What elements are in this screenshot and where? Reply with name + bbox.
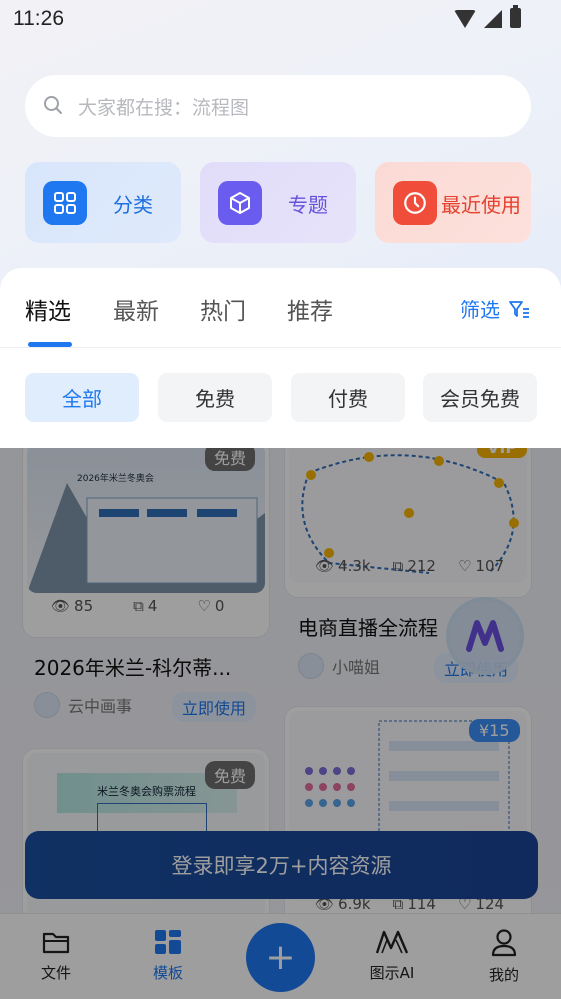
filter-icon [509,300,529,318]
ai-assistant-button[interactable] [446,597,524,675]
create-button[interactable]: + [246,923,315,992]
copies-count: 212 [407,557,436,575]
nav-label: 模板 [152,964,183,982]
vip-badge: VIP [477,448,528,458]
ai-logo-icon [375,930,409,954]
tab-latest[interactable]: 最新 [113,292,159,326]
tab-recommend[interactable]: 推荐 [287,292,333,326]
signal-icon [484,10,502,28]
category-label: 分类 [113,193,153,217]
nav-me[interactable]: 我的 [469,928,539,985]
avatar [34,692,60,718]
recent-label: 最近使用 [441,193,521,217]
use-now-button[interactable]: 立即使用 [172,692,257,722]
avatar [298,653,324,679]
heart-icon: ♡ [197,597,211,615]
card-title[interactable]: 2026年米兰-科尔蒂... [34,652,231,681]
folder-icon [42,932,70,954]
nav-files[interactable]: 文件 [21,928,91,983]
price-badge: 免费 [205,448,256,471]
template-grid-icon [155,930,181,954]
copy-icon: ⧉ [392,557,404,575]
views-stat: 👁 85 [51,597,93,615]
eye-icon: 👁 [315,557,335,575]
search-input[interactable]: 大家都在搜：流程图 [25,75,531,137]
clock-icon [393,181,437,225]
battery-icon [510,5,521,28]
nav-label: 文件 [40,964,71,982]
copy-icon: ⧉ [133,597,144,615]
filter-button[interactable]: 筛选 [460,294,530,323]
template-card[interactable]: VIP 👁4.3k ⧉212 ♡107 [284,448,532,598]
chip-paid[interactable]: 付费 [291,373,405,422]
author-name: 小喵姐 [332,658,381,677]
status-icons [454,5,521,28]
wifi-icon [454,10,476,28]
topic-label: 专题 [288,193,328,217]
copies-count: 4 [147,597,158,615]
author-name: 云中画事 [68,697,133,716]
template-card[interactable]: 2026年米兰冬奥会 免费 👁 85 ⧉ 4 ♡ 0 [22,448,270,638]
copies-stat: ⧉ 212 [393,557,436,575]
divider [0,347,561,348]
nav-label: 图示AI [369,964,415,982]
header-background [0,0,561,300]
heart-icon: ♡ [457,557,472,575]
likes-count: 107 [475,557,505,575]
nav-templates[interactable]: 模板 [133,928,203,983]
chip-all[interactable]: 全部 [25,373,139,422]
tab-featured[interactable]: 精选 [25,292,71,326]
search-placeholder: 大家都在搜：流程图 [78,97,250,119]
chip-member-free[interactable]: 会员免费 [423,373,537,422]
price-badge: 免费 [205,761,256,789]
likes-stat: ♡ 0 [197,597,224,615]
card-stats: 👁 85 ⧉ 4 ♡ 0 [51,597,224,615]
status-bar: 11:26 [0,0,561,40]
bottom-nav: 文件 模板 + 图示AI 我的 [0,913,561,999]
nav-label: 我的 [488,966,519,984]
nav-ai[interactable]: 图示AI [357,928,427,983]
views-count: 85 [74,597,94,615]
status-time: 11:26 [13,7,64,30]
views-count: 4.3k [338,557,371,575]
copies-stat: ⧉ 4 [133,597,157,615]
login-banner[interactable]: 登录即享2万+内容资源 [25,831,538,899]
thumbnail-title: 2026年米兰冬奥会 [77,474,154,484]
topic-button[interactable]: 专题 [200,162,356,243]
thumbnail-title: 米兰冬奥会购票流程 [97,785,196,798]
user-icon [491,929,517,957]
price-badge: ¥15 [469,719,520,742]
category-button[interactable]: 分类 [25,162,181,243]
search-icon [44,96,62,114]
views-stat: 👁 4.3k [315,557,371,575]
filter-label: 筛选 [460,298,500,322]
ai-logo-icon [466,620,504,652]
card-stats: 👁 4.3k ⧉ 212 ♡ 107 [315,557,504,575]
plus-icon: + [265,937,296,978]
grid-icon [43,181,87,225]
likes-count: 0 [214,597,225,615]
eye-icon: 👁 [51,597,71,615]
tab-hot[interactable]: 热门 [200,292,246,326]
likes-stat: ♡ 107 [458,557,504,575]
card-author: 小喵姐 [298,653,380,679]
chip-free[interactable]: 免费 [158,373,272,422]
recent-button[interactable]: 最近使用 [375,162,531,243]
card-title[interactable]: 电商直播全流程 [298,612,438,641]
card-author: 云中画事 [34,692,132,718]
cube-icon [218,181,262,225]
filter-panel: 精选 最新 热门 推荐 筛选 全部 免费 付费 会员免费 [0,268,561,448]
